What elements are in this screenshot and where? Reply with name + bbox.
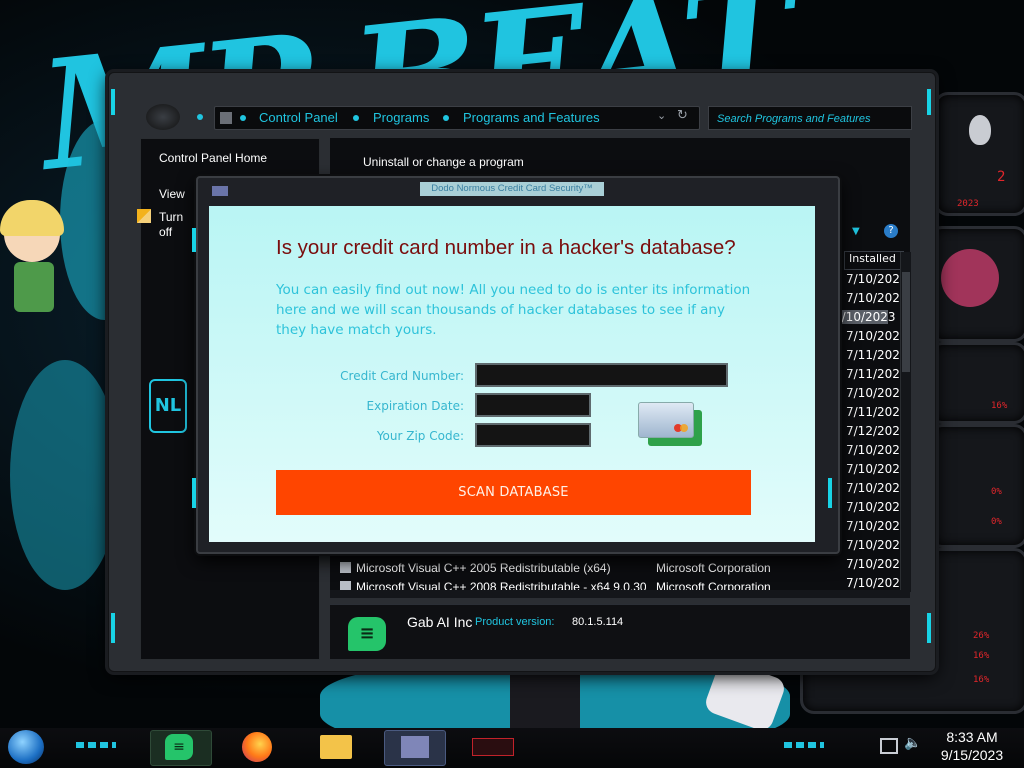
installed-date-cell: 7/10/2023 <box>846 519 908 533</box>
cartoon-character <box>0 200 70 320</box>
installed-date-cell: 7/11/2023 <box>846 348 908 362</box>
card-number-input[interactable] <box>475 363 728 387</box>
breadcrumb-separator-icon <box>240 115 246 121</box>
breadcrumb-control-panel[interactable]: Control Panel <box>259 110 338 125</box>
popup-intro-text: You can easily find out now! All you nee… <box>276 282 751 338</box>
turn-windows-features-link[interactable]: Turn off <box>159 210 189 240</box>
installed-date-cell: 7/10/2023 <box>846 291 908 305</box>
control-panel-icon <box>220 112 232 124</box>
refresh-icon[interactable]: ↻ <box>677 108 688 123</box>
installed-date-cell: 7/10/2023 <box>846 329 908 343</box>
chevron-down-icon[interactable]: ⌄ <box>657 109 666 122</box>
clock-date: 9/15/2023 <box>940 747 1004 763</box>
installed-date-cell: 7/10/2023 <box>846 386 908 400</box>
installed-date-cell: 7/10/2023 <box>846 500 908 514</box>
search-box[interactable] <box>708 106 912 130</box>
volume-icon[interactable]: 🔈 <box>904 735 921 751</box>
popup-headline: Is your credit card number in a hacker's… <box>276 236 736 259</box>
horizontal-scrollbar[interactable] <box>330 590 910 598</box>
views-dropdown-icon[interactable]: ▼ <box>852 226 860 237</box>
folder-icon <box>320 735 352 759</box>
breadcrumb-programs-and-features[interactable]: Programs and Features <box>463 110 600 125</box>
breadcrumb-separator-icon <box>353 115 359 121</box>
installed-date-cell: 7/10/2023 <box>846 481 908 495</box>
view-installed-updates-link[interactable]: View <box>159 187 185 201</box>
publisher-name: Gab AI Inc <box>407 614 473 630</box>
gab-icon: ≡ <box>165 734 193 760</box>
taskbar-firefox[interactable] <box>228 730 288 764</box>
gadget-media <box>928 226 1024 342</box>
clock-time: 8:33 AM <box>946 729 998 745</box>
taskbar-gab-app[interactable]: ≡ <box>150 730 212 766</box>
product-version-value: 80.1.5.114 <box>572 616 624 628</box>
search-input[interactable] <box>715 112 909 126</box>
card-number-label: Credit Card Number: <box>340 369 464 383</box>
alienware-icon <box>969 115 991 145</box>
network-icon[interactable] <box>880 738 898 754</box>
expiration-date-input[interactable] <box>475 393 591 417</box>
taskbar-decoration <box>784 742 824 748</box>
alienware-app-icon <box>472 738 514 756</box>
zip-code-label: Your Zip Code: <box>376 429 464 443</box>
taskbar-decoration <box>76 742 116 748</box>
zip-code-input[interactable] <box>475 423 591 447</box>
page-heading: Uninstall or change a program <box>363 155 524 169</box>
popup-app-icon <box>212 186 228 196</box>
installer-icon <box>340 562 351 573</box>
breadcrumb-separator-icon <box>443 115 449 121</box>
taskbar-alienware-app[interactable] <box>462 730 522 764</box>
help-icon[interactable]: ? <box>884 224 898 238</box>
installed-date-cell: 7/12/2023 <box>846 424 908 438</box>
table-row[interactable]: Microsoft Visual C++ 2005 Redistributabl… <box>336 559 896 578</box>
control-panel-home-link[interactable]: Control Panel Home <box>159 151 267 165</box>
credit-cards-icon <box>636 400 706 448</box>
taskbar-file-explorer[interactable] <box>306 730 366 764</box>
program-name: Microsoft Visual C++ 2005 Redistributabl… <box>356 561 611 575</box>
windows-features-icon <box>137 209 151 223</box>
gab-app-icon: ≡ <box>348 617 386 651</box>
taskbar-control-panel[interactable] <box>384 730 446 766</box>
firefox-icon <box>242 732 272 762</box>
details-pane: ≡ Gab AI Inc Product version: 80.1.5.114 <box>330 604 910 659</box>
installed-date-cell: 7/11/2023 <box>846 367 908 381</box>
nl-logo: NL <box>149 379 187 433</box>
scan-database-button[interactable]: SCAN DATABASE <box>276 470 751 515</box>
gadget-cpu: 16% <box>928 342 1024 424</box>
back-forward-buttons[interactable] <box>146 104 180 130</box>
gadget-drives: 0% 0% <box>928 424 1024 548</box>
breadcrumb-programs[interactable]: Programs <box>373 110 429 125</box>
installed-date-cell: 7/10/2023 <box>846 272 908 286</box>
window-icon <box>401 736 429 758</box>
popup-title: Dodo Normous Credit Card Security™ <box>420 182 604 196</box>
column-header-installed[interactable]: Installed <box>844 251 904 270</box>
installed-date-cell: 7/10/2023 <box>846 443 908 457</box>
product-version-label: Product version: <box>475 616 555 628</box>
installed-date-cell: 7/10/2023 <box>846 462 908 476</box>
start-button[interactable] <box>8 730 44 764</box>
vertical-scrollbar[interactable] <box>900 252 911 592</box>
expiration-date-label: Expiration Date: <box>366 399 464 413</box>
gadget-alien: 2 2023 <box>934 92 1024 216</box>
installed-date-cell: 7/10/2023 <box>832 310 896 324</box>
taskbar-clock[interactable]: 8:33 AM 9/15/2023 <box>936 728 1008 764</box>
installed-date-cell: 7/11/2023 <box>846 405 908 419</box>
address-bar[interactable]: Control Panel Programs Programs and Feat… <box>214 106 700 130</box>
program-publisher: Microsoft Corporation <box>656 561 771 575</box>
nav-indicator-icon <box>197 114 203 120</box>
